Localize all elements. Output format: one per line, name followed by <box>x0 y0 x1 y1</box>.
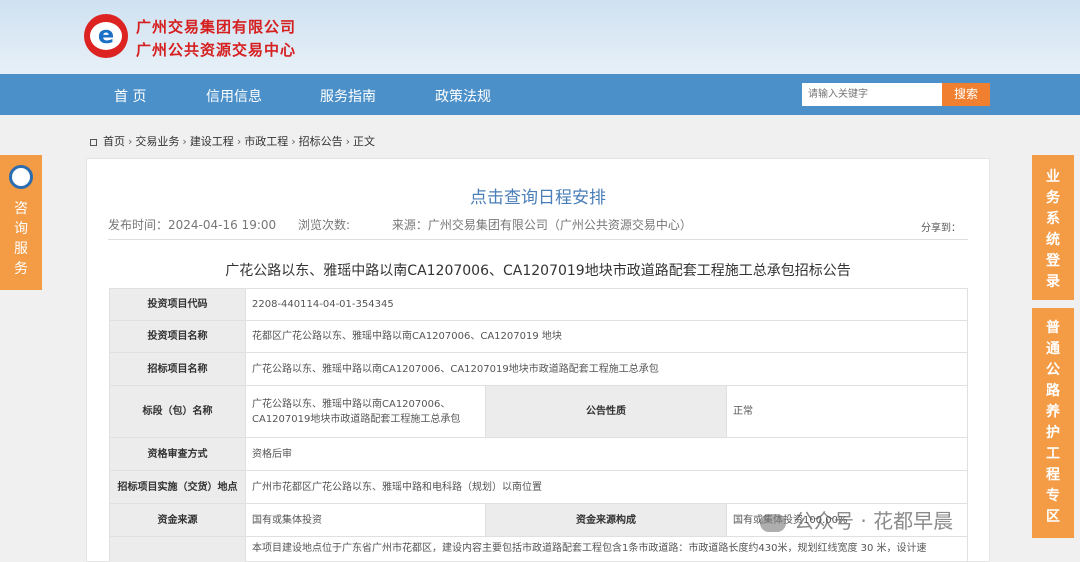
share-label: 分享到： <box>921 223 961 234</box>
article-meta: 发布时间：2024-04-16 19:00 浏览次数: 来源：广州交易集团有限公… <box>108 216 710 233</box>
consult-service-tab[interactable]: 咨询服务 <box>0 155 42 290</box>
nav-credit-info[interactable]: 信用信息 <box>206 86 262 106</box>
table-value: 花都区广花公路以东、雅瑶中路以南CA1207006、CA1207019 地块 <box>245 320 968 353</box>
breadcrumb-construction[interactable]: 建设工程 <box>190 135 234 148</box>
logo-icon: e <box>84 14 128 58</box>
table-value: 本项目建设地点位于广东省广州市花都区，建设内容主要包括市政道路配套工程包含1条市… <box>245 536 968 562</box>
breadcrumb: 首页 › 交易业务 › 建设工程 › 市政工程 › 招标公告 › 正文 <box>90 133 375 149</box>
watermark-text: 公众号 · 花都早晨 <box>794 509 954 533</box>
main-nav: 首 页 信用信息 服务指南 政策法规 搜索 <box>0 74 1080 115</box>
org-name-line1: 广州交易集团有限公司 <box>136 18 297 36</box>
breadcrumb-tender[interactable]: 招标公告 <box>299 135 343 148</box>
nav-service-guide[interactable]: 服务指南 <box>320 86 376 106</box>
table-label <box>109 536 246 562</box>
table-value: 国有或集体投资 <box>245 503 486 537</box>
article-source: 来源：广州交易集团有限公司（广州公共资源交易中心） <box>391 218 692 232</box>
table-value: 广州市花都区广花公路以东、雅瑶中路和电科路（规划）以南位置 <box>245 470 968 504</box>
breadcrumb-home[interactable]: 首页 <box>103 135 125 148</box>
nav-policy[interactable]: 政策法规 <box>435 86 491 106</box>
breadcrumb-current: 正文 <box>353 135 376 148</box>
table-row: 招标项目实施（交货）地点 广州市花都区广花公路以东、雅瑶中路和电科路（规划）以南… <box>109 470 968 504</box>
wechat-icon <box>760 513 786 532</box>
breadcrumb-municipal[interactable]: 市政工程 <box>244 135 288 148</box>
home-icon <box>90 138 97 146</box>
nav-home[interactable]: 首 页 <box>114 86 146 106</box>
org-name-line2: 广州公共资源交易中心 <box>136 41 297 59</box>
site-header: e 广州交易集团有限公司 广州公共资源交易中心 <box>0 0 1080 74</box>
search-button[interactable]: 搜索 <box>942 83 990 106</box>
table-label: 招标项目名称 <box>109 352 246 386</box>
table-value: 资格后审 <box>245 437 968 471</box>
table-row: 本项目建设地点位于广东省广州市花都区，建设内容主要包括市政道路配套工程包含1条市… <box>109 536 968 562</box>
table-row: 招标项目名称 广花公路以东、雅瑶中路以南CA1207006、CA1207019地… <box>109 352 968 386</box>
road-maintenance-tab[interactable]: 普通公路养护工程专区 <box>1032 308 1074 538</box>
schedule-link[interactable]: 点击查询日程安排 <box>87 183 989 208</box>
document-title: 广花公路以东、雅瑶中路以南CA1207006、CA1207019地块市政道路配套… <box>225 263 851 279</box>
business-login-tab[interactable]: 业务系统登录 <box>1032 155 1074 300</box>
table-row: 投资项目名称 花都区广花公路以东、雅瑶中路以南CA1207006、CA12070… <box>109 320 968 353</box>
table-value: 广花公路以东、雅瑶中路以南CA1207006、CA1207019地块市政道路配套… <box>245 352 968 386</box>
table-label: 资金来源 <box>109 503 246 537</box>
table-row: 资格审查方式 资格后审 <box>109 437 968 471</box>
logo-letter: e <box>90 22 122 50</box>
publish-time: 发布时间：2024-04-16 19:00 <box>108 218 277 232</box>
table-label: 资金来源构成 <box>485 503 727 537</box>
table-label: 公告性质 <box>485 385 727 438</box>
table-label: 资格审查方式 <box>109 437 246 471</box>
view-count: 浏览次数: <box>297 218 351 232</box>
table-value: 广花公路以东、雅瑶中路以南CA1207006、CA1207019地块市政道路配套… <box>245 385 486 438</box>
watermark: 公众号 · 花都早晨 <box>760 505 953 534</box>
table-label: 投资项目名称 <box>109 320 246 353</box>
table-row: 标段（包）名称 广花公路以东、雅瑶中路以南CA1207006、CA1207019… <box>109 385 968 438</box>
table-row: 投资项目代码 2208-440114-04-01-354345 <box>109 288 968 321</box>
table-label: 标段（包）名称 <box>109 385 246 438</box>
robot-icon <box>9 165 33 189</box>
article-panel: 点击查询日程安排 发布时间：2024-04-16 19:00 浏览次数: 来源：… <box>86 158 990 562</box>
road-maintenance-label: 普通公路养护工程专区 <box>1046 320 1060 525</box>
search-input[interactable] <box>802 83 942 106</box>
table-label: 招标项目实施（交货）地点 <box>109 470 246 504</box>
business-login-label: 业务系统登录 <box>1046 169 1060 290</box>
breadcrumb-trade[interactable]: 交易业务 <box>135 135 179 148</box>
divider <box>108 239 968 240</box>
table-value: 正常 <box>726 385 968 438</box>
table-label: 投资项目代码 <box>109 288 246 321</box>
consult-service-label: 咨询服务 <box>14 201 28 277</box>
table-value: 2208-440114-04-01-354345 <box>245 288 968 321</box>
